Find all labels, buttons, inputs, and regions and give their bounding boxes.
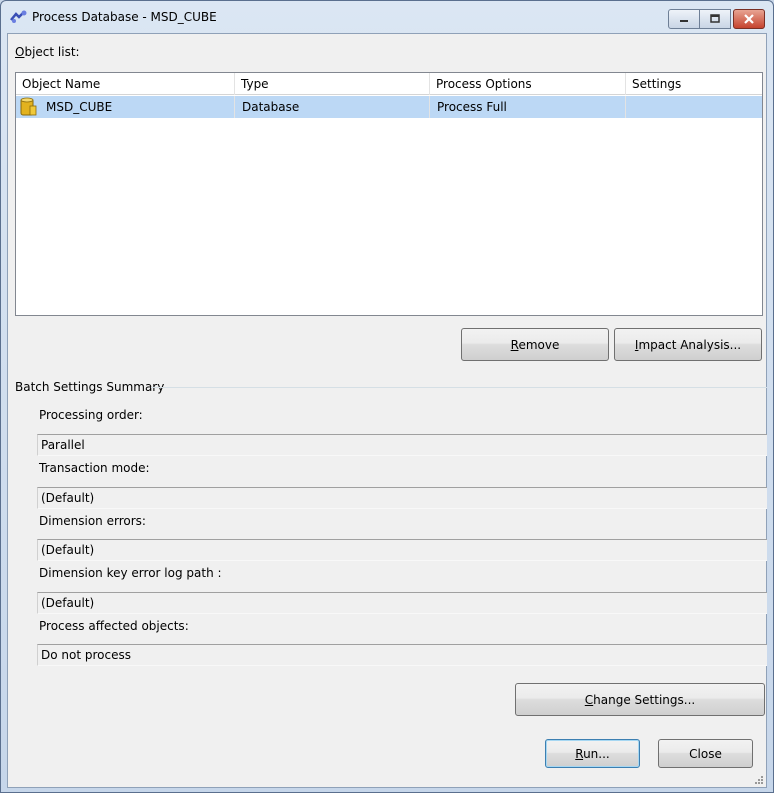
column-header-type[interactable]: Type — [235, 73, 430, 95]
column-header-object-name[interactable]: Object Name — [16, 73, 235, 95]
batch-settings-title: Batch Settings Summary — [15, 380, 165, 394]
grid-header: Object Name Type Process Options Setting… — [16, 73, 762, 95]
process-affected-objects-label: Process affected objects: — [39, 619, 189, 633]
minimize-icon — [680, 20, 688, 22]
dimension-errors-value: (Default) — [37, 539, 767, 561]
close-window-button[interactable] — [733, 9, 765, 29]
column-header-settings[interactable]: Settings — [626, 73, 762, 95]
table-row[interactable]: MSD_CUBE Database Process Full — [16, 96, 762, 118]
transaction-mode-label: Transaction mode: — [39, 461, 150, 475]
title-bar[interactable]: Process Database - MSD_CUBE — [1, 1, 773, 33]
dimension-key-error-log-path-value: (Default) — [37, 592, 767, 614]
object-list-grid[interactable]: Object Name Type Process Options Setting… — [15, 72, 763, 316]
process-affected-objects-value: Do not process — [37, 644, 767, 666]
dimension-errors-label: Dimension errors: — [39, 514, 146, 528]
change-settings-button[interactable]: Change Settings... — [515, 683, 765, 716]
restore-button[interactable] — [700, 9, 731, 29]
object-name-text: MSD_CUBE — [46, 100, 113, 114]
dialog-body: Object list: Object Name Type Process Op… — [7, 33, 767, 788]
processing-order-value: Parallel — [37, 434, 767, 456]
run-button[interactable]: Run... — [545, 739, 640, 768]
object-list-label: Object list: — [15, 45, 80, 59]
resize-grip-icon[interactable] — [754, 775, 764, 785]
dimension-key-error-log-path-label: Dimension key error log path : — [39, 566, 222, 580]
column-header-process-options[interactable]: Process Options — [430, 73, 626, 95]
close-icon — [744, 14, 754, 24]
process-icon — [10, 10, 27, 23]
database-icon — [20, 97, 37, 116]
group-divider — [151, 387, 767, 388]
close-button[interactable]: Close — [658, 739, 753, 768]
cell-object-name: MSD_CUBE — [16, 96, 235, 118]
remove-button[interactable]: Remove — [461, 328, 609, 361]
restore-icon — [710, 14, 720, 23]
cell-type: Database — [235, 96, 430, 118]
impact-analysis-button[interactable]: Impact Analysis... — [614, 328, 762, 361]
window-title: Process Database - MSD_CUBE — [32, 10, 217, 24]
processing-order-label: Processing order: — [39, 408, 143, 422]
minimize-button[interactable] — [668, 9, 700, 29]
transaction-mode-value: (Default) — [37, 487, 767, 509]
cell-process-options[interactable]: Process Full — [430, 96, 626, 118]
cell-settings[interactable] — [626, 96, 762, 118]
process-database-dialog: Process Database - MSD_CUBE Object list:… — [0, 0, 774, 793]
